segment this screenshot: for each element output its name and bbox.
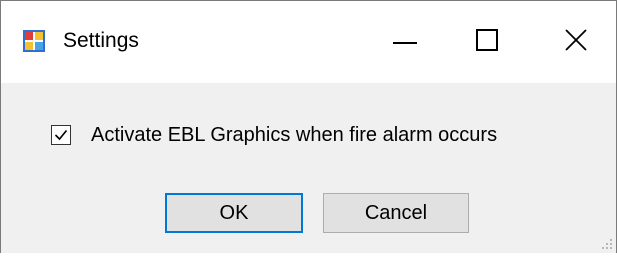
settings-dialog: Settings Activate EBL Graphics when fire… bbox=[0, 0, 617, 253]
resize-grip-icon[interactable] bbox=[600, 237, 614, 251]
minimize-button[interactable] bbox=[359, 1, 451, 83]
settings-app-icon bbox=[23, 30, 45, 52]
dialog-body: Activate EBL Graphics when fire alarm oc… bbox=[1, 83, 616, 253]
activate-ebl-checkbox[interactable] bbox=[51, 125, 71, 145]
activate-ebl-label[interactable]: Activate EBL Graphics when fire alarm oc… bbox=[91, 123, 497, 147]
close-icon bbox=[565, 29, 587, 51]
title-bar[interactable]: Settings bbox=[1, 1, 616, 83]
maximize-icon bbox=[476, 29, 498, 51]
checkmark-icon bbox=[54, 129, 68, 141]
close-button[interactable] bbox=[524, 1, 616, 83]
minimize-icon bbox=[393, 42, 417, 44]
cancel-button[interactable]: Cancel bbox=[323, 193, 469, 233]
ok-button[interactable]: OK bbox=[165, 193, 303, 233]
window-title: Settings bbox=[63, 29, 139, 52]
